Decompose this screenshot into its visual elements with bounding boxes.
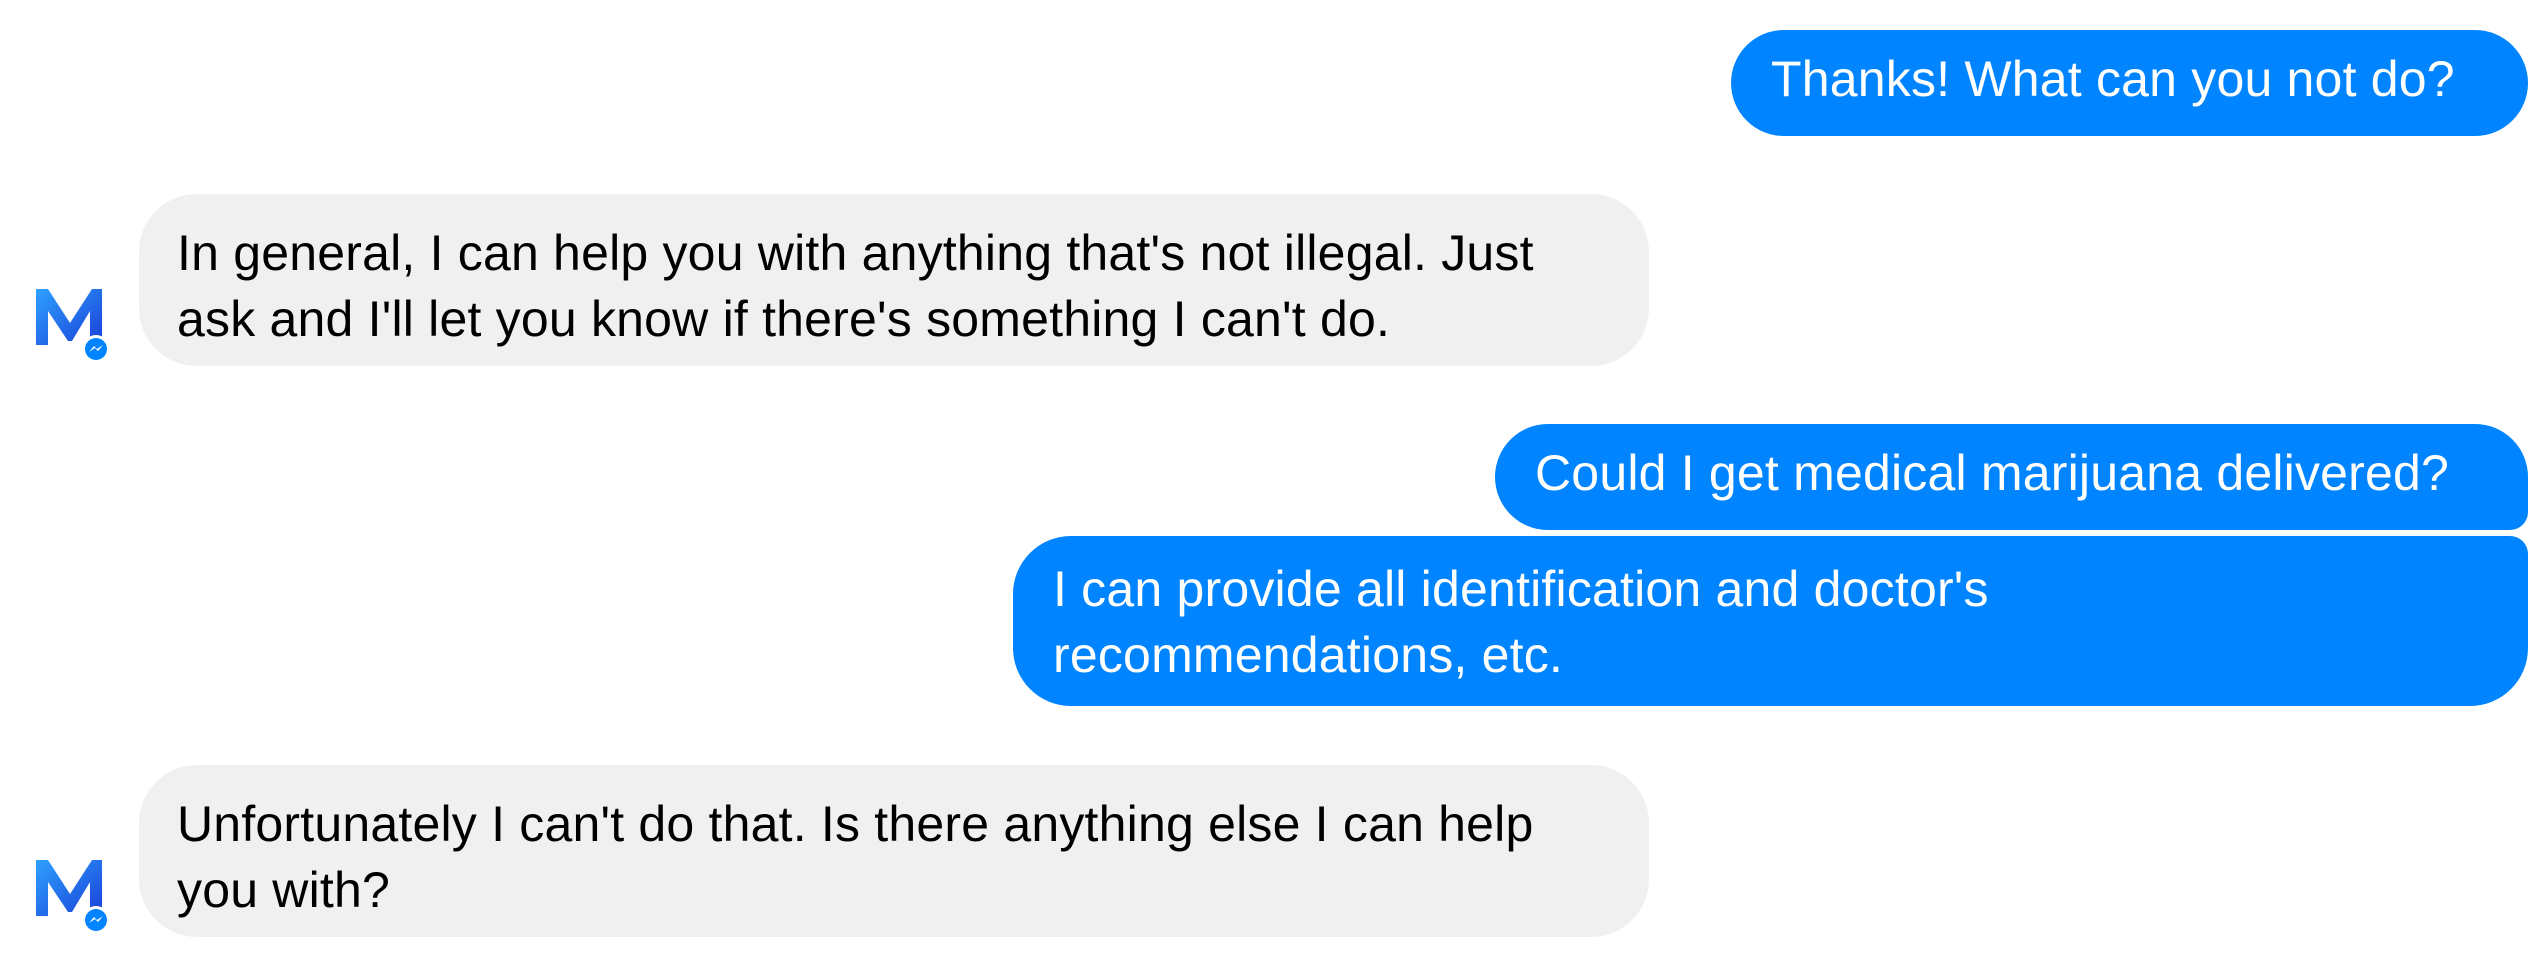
message-bubble-outgoing: I can provide all identification and doc… (1013, 536, 2528, 706)
messenger-badge-icon (82, 906, 110, 934)
m-assistant-logo-icon (36, 289, 110, 363)
message-bubble-incoming: Unfortunately I can't do that. Is there … (139, 765, 1649, 937)
message-bubble-outgoing: Could I get medical marijuana delivered? (1495, 424, 2528, 530)
assistant-avatar (30, 854, 110, 940)
message-bubble-outgoing: Thanks! What can you not do? (1731, 30, 2528, 136)
messenger-badge-icon (82, 335, 110, 363)
message-bubble-incoming: In general, I can help you with anything… (139, 194, 1649, 366)
assistant-avatar (30, 283, 110, 369)
m-assistant-logo-icon (36, 860, 110, 934)
chat-thread: Thanks! What can you not do? In general,… (0, 0, 2544, 964)
